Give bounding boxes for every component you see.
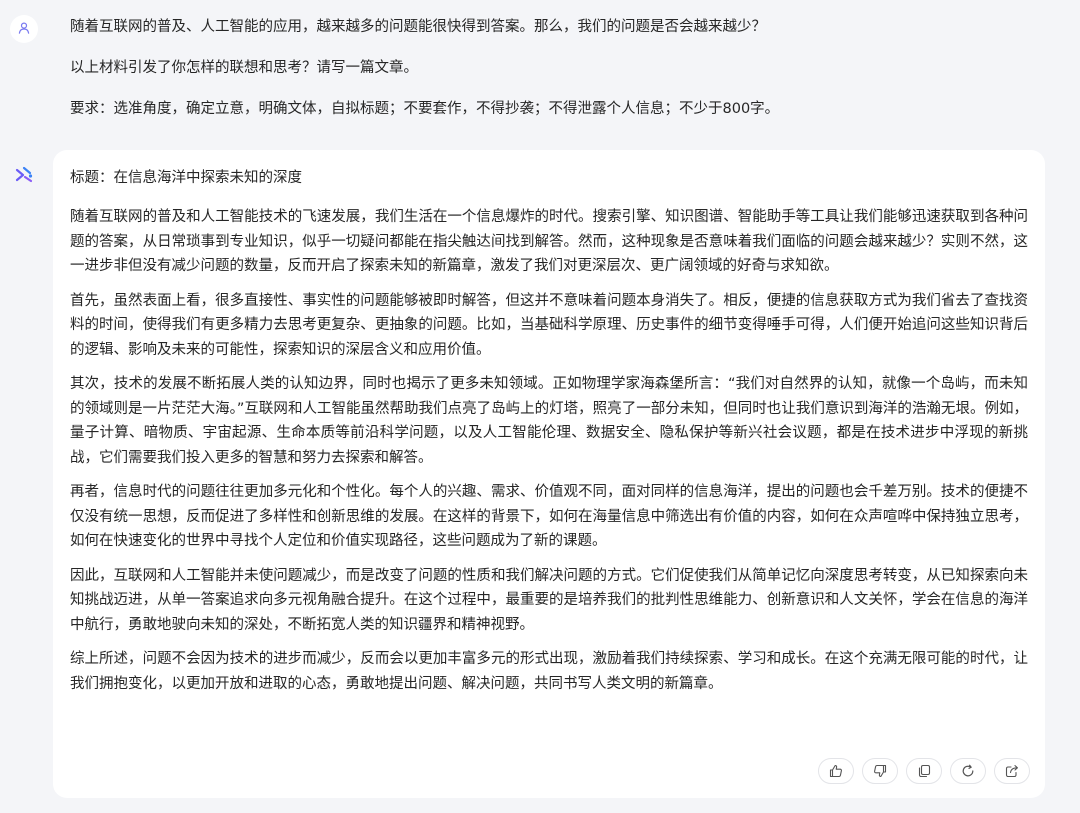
essay-paragraph: 随着互联网的普及和人工智能技术的飞速发展，我们生活在一个信息爆炸的时代。搜索引擎…	[70, 209, 1028, 274]
essay-paragraph: 再者，信息时代的问题往往更加多元化和个性化。每个人的兴趣、需求、价值观不同，面对…	[70, 484, 1028, 549]
regenerate-icon	[961, 764, 975, 778]
essay-paragraph: 首先，虽然表面上看，很多直接性、事实性的问题能够被即时解答，但这并不意味着问题本…	[70, 292, 1028, 358]
user-icon	[17, 20, 31, 39]
chat-page: 随着互联网的普及、人工智能的应用，越来越多的问题能很快得到答案。那么，我们的问题…	[0, 0, 1080, 813]
response-actions-bar	[818, 758, 1030, 784]
essay-paragraph: 其次，技术的发展不断拓展人类的认知边界，同时也揭示了更多未知领域。正如物理学家海…	[70, 376, 1028, 466]
assistant-logo-icon	[13, 164, 35, 190]
user-message-line: 要求：选准角度，确定立意，明确文体，自拟标题；不要套作，不得抄袭；不得泄露个人信…	[70, 101, 780, 117]
assistant-response-content: 标题：在信息海洋中探索未知的深度 随着互联网的普及和人工智能技术的飞速发展，我们…	[70, 167, 1028, 706]
assistant-response-card: 标题：在信息海洋中探索未知的深度 随着互联网的普及和人工智能技术的飞速发展，我们…	[53, 150, 1045, 798]
user-avatar	[10, 15, 38, 43]
essay-paragraph: 因此，互联网和人工智能并未使问题减少，而是改变了问题的性质和我们解决问题的方式。…	[70, 567, 1028, 633]
user-message-line: 以上材料引发了你怎样的联想和思考？请写一篇文章。	[70, 60, 418, 76]
like-button[interactable]	[818, 758, 854, 784]
regenerate-button[interactable]	[950, 758, 986, 784]
user-message-line: 随着互联网的普及、人工智能的应用，越来越多的问题能很快得到答案。那么，我们的问题…	[70, 19, 766, 35]
essay-paragraph: 综上所述，问题不会因为技术的进步而减少，反而会以更加丰富多元的形式出现，激励着我…	[70, 651, 1028, 692]
share-icon	[1005, 764, 1019, 778]
dislike-button[interactable]	[862, 758, 898, 784]
assistant-avatar	[10, 163, 38, 191]
essay-title: 标题：在信息海洋中探索未知的深度	[70, 170, 302, 186]
copy-icon	[917, 764, 931, 778]
user-message: 随着互联网的普及、人工智能的应用，越来越多的问题能很快得到答案。那么，我们的问题…	[70, 16, 1060, 139]
copy-button[interactable]	[906, 758, 942, 784]
thumbs-up-icon	[829, 764, 843, 778]
share-button[interactable]	[994, 758, 1030, 784]
thumbs-down-icon	[873, 764, 887, 778]
